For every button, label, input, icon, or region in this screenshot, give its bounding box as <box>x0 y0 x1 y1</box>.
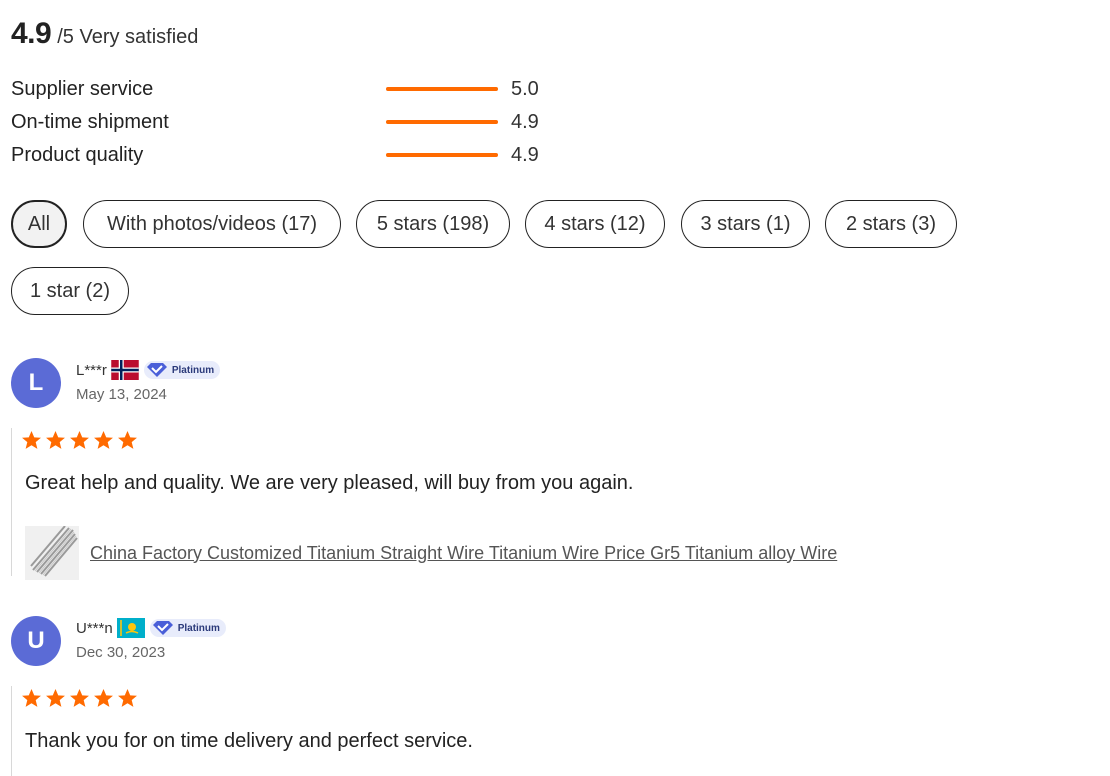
star-rating <box>21 688 141 709</box>
filter-1-star[interactable]: 1 star (2) <box>11 267 129 315</box>
reviewer-name: U***n <box>76 619 113 637</box>
diamond-check-icon <box>146 363 167 377</box>
diamond-check-icon <box>152 621 173 635</box>
filter-3-stars[interactable]: 3 stars (1) <box>681 200 810 248</box>
metric-bar <box>386 87 498 91</box>
star-icon <box>46 431 65 449</box>
overall-score: 4.9 <box>11 17 52 50</box>
platinum-badge: Platinum <box>149 619 226 637</box>
star-icon <box>70 689 89 707</box>
review-text: Thank you for on time delivery and perfe… <box>25 730 473 752</box>
star-icon <box>118 689 137 707</box>
star-icon <box>70 431 89 449</box>
metric-value: 4.9 <box>511 111 539 133</box>
overall-rating: 4.9 /5 Very satisfied <box>11 17 198 51</box>
metric-label: On-time shipment <box>11 111 169 133</box>
filter-with-photos[interactable]: With photos/videos (17) <box>83 200 341 248</box>
star-icon <box>22 431 41 449</box>
reviewer: L***r Platinum <box>76 360 221 380</box>
star-icon <box>94 689 113 707</box>
filter-2-stars[interactable]: 2 stars (3) <box>825 200 957 248</box>
star-icon <box>118 431 137 449</box>
metric-bar <box>386 153 498 157</box>
review-date: Dec 30, 2023 <box>76 644 166 661</box>
kazakhstan-flag-icon <box>116 618 145 638</box>
filter-4-stars[interactable]: 4 stars (12) <box>525 200 665 248</box>
product-thumbnail[interactable] <box>25 526 79 580</box>
review-date: May 13, 2024 <box>76 386 167 403</box>
metric-label: Supplier service <box>11 78 154 100</box>
metric-label: Product quality <box>11 144 144 166</box>
star-rating <box>21 430 141 451</box>
product-link[interactable]: China Factory Customized Titanium Straig… <box>90 543 837 564</box>
metric-value: 5.0 <box>511 78 539 100</box>
review-text: Great help and quality. We are very plea… <box>25 472 634 494</box>
review-product: China Factory Customized Titanium Straig… <box>25 526 837 580</box>
platinum-badge: Platinum <box>143 361 221 379</box>
star-icon <box>94 431 113 449</box>
norway-flag-icon <box>111 360 139 380</box>
metric-value: 4.9 <box>511 144 539 166</box>
star-icon <box>46 689 65 707</box>
metric-supplier-service: Supplier service 5.0 <box>11 76 551 102</box>
avatar: U <box>11 616 61 666</box>
star-icon <box>22 689 41 707</box>
reviewer: U***n Platinum <box>76 618 226 638</box>
review-body: Great help and quality. We are very plea… <box>11 428 1082 580</box>
avatar: L <box>11 358 61 408</box>
filter-5-stars[interactable]: 5 stars (198) <box>356 200 510 248</box>
review-body: Thank you for on time delivery and perfe… <box>11 686 1082 776</box>
metric-product-quality: Product quality 4.9 <box>11 142 551 168</box>
metric-on-time-shipment: On-time shipment 4.9 <box>11 109 551 135</box>
filter-all[interactable]: All <box>11 200 67 248</box>
metric-bar <box>386 120 498 124</box>
badge-label: Platinum <box>177 622 220 634</box>
overall-label: /5 Very satisfied <box>57 26 199 48</box>
badge-label: Platinum <box>171 364 215 376</box>
reviewer-name: L***r <box>76 361 107 379</box>
